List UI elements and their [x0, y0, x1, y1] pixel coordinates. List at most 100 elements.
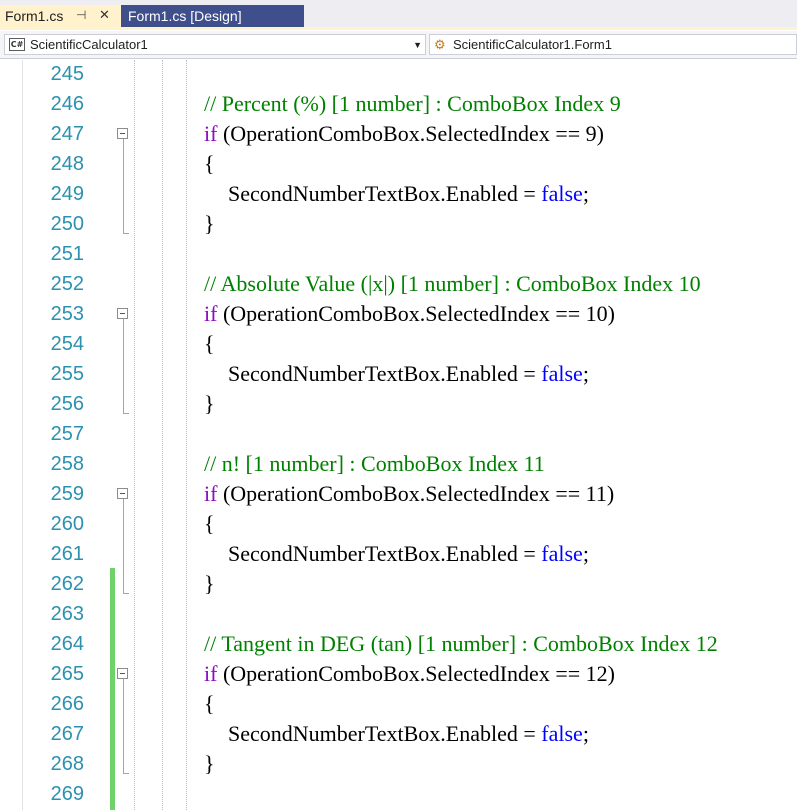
line-number: 263	[50, 603, 84, 625]
code-line[interactable]: 245	[0, 59, 797, 89]
code-text: SecondNumberTextBox.Enabled = false;	[228, 359, 589, 389]
comment-token: // Percent (%) [1 number] : ComboBox Ind…	[204, 91, 621, 116]
outline-line	[123, 139, 124, 233]
code-line[interactable]: 257	[0, 419, 797, 449]
code-token: SecondNumberTextBox.Enabled =	[228, 181, 542, 206]
code-token: (OperationComboBox.SelectedIndex == 10)	[217, 301, 615, 326]
code-token: {	[204, 511, 215, 536]
code-line[interactable]: 262}	[0, 569, 797, 599]
line-number: 254	[50, 333, 84, 355]
code-token: SecondNumberTextBox.Enabled =	[228, 361, 542, 386]
line-number: 258	[50, 453, 84, 475]
keyword-token: if	[204, 121, 218, 146]
code-text: if (OperationComboBox.SelectedIndex == 1…	[204, 299, 615, 329]
line-number: 246	[50, 93, 84, 115]
code-line[interactable]: 251	[0, 239, 797, 269]
code-line[interactable]: 246 // Percent (%) [1 number] : ComboBox …	[0, 89, 797, 119]
code-text: if (OperationComboBox.SelectedIndex == 1…	[204, 479, 614, 509]
tab-form1-cs[interactable]: Form1.cs ⊣ ✕	[0, 5, 121, 27]
code-text: SecondNumberTextBox.Enabled = false;	[228, 719, 589, 749]
code-token: SecondNumberTextBox.Enabled =	[228, 541, 542, 566]
code-text: if (OperationComboBox.SelectedIndex == 9…	[204, 119, 604, 149]
collapse-icon[interactable]	[117, 308, 128, 319]
line-number: 249	[50, 183, 84, 205]
code-line[interactable]: 247 if (OperationComboBox.SelectedIndex =…	[0, 119, 797, 149]
code-line[interactable]: 259 if (OperationComboBox.SelectedIndex =…	[0, 479, 797, 509]
project-dropdown-label: ScientificCalculator1	[30, 37, 148, 52]
tab-form1-design[interactable]: Form1.cs [Design]	[121, 5, 304, 27]
keyword-token: false	[541, 181, 583, 206]
line-number: 253	[50, 303, 84, 325]
line-number: 267	[50, 723, 84, 745]
code-text: {	[204, 689, 215, 719]
outline-end	[123, 413, 129, 414]
line-number: 256	[50, 393, 84, 415]
tab-label: Form1.cs	[5, 8, 64, 24]
outline-end	[123, 233, 129, 234]
code-line[interactable]: 248 {	[0, 149, 797, 179]
code-token: {	[204, 151, 215, 176]
code-token: }	[204, 391, 215, 416]
outline-line	[123, 499, 124, 593]
code-token: ;	[582, 361, 589, 386]
code-line[interactable]: 267 SecondNumberTextBox.Enabled = false;	[0, 719, 797, 749]
code-line[interactable]: 256}	[0, 389, 797, 419]
code-token: (OperationComboBox.SelectedIndex == 9)	[217, 121, 604, 146]
tab-label: Form1.cs [Design]	[128, 8, 242, 24]
comment-token: // Absolute Value (|x|) [1 number] : Com…	[204, 271, 701, 296]
type-dropdown-label: ScientificCalculator1.Form1	[453, 37, 612, 52]
navigation-bar: C# ScientificCalculator1 ▼ ⚙ ScientificC…	[0, 31, 797, 59]
outline-end	[123, 593, 129, 594]
keyword-token: false	[541, 721, 583, 746]
code-line[interactable]: 269	[0, 779, 797, 809]
type-dropdown[interactable]: ⚙ ScientificCalculator1.Form1	[429, 34, 797, 55]
code-token: }	[204, 211, 215, 236]
code-token: ;	[582, 541, 589, 566]
line-number: 252	[50, 273, 84, 295]
code-text: }	[204, 209, 215, 239]
chevron-down-icon[interactable]: ▼	[413, 40, 422, 50]
code-line[interactable]: 261 SecondNumberTextBox.Enabled = false;	[0, 539, 797, 569]
code-text: {	[204, 509, 215, 539]
code-line[interactable]: 250}	[0, 209, 797, 239]
code-token: {	[204, 691, 215, 716]
code-line[interactable]: 252 // Absolute Value (|x|) [1 number] : …	[0, 269, 797, 299]
collapse-icon[interactable]	[117, 668, 128, 679]
code-line[interactable]: 253 if (OperationComboBox.SelectedIndex =…	[0, 299, 797, 329]
code-text: SecondNumberTextBox.Enabled = false;	[228, 179, 589, 209]
code-line[interactable]: 258 // n! [1 number] : ComboBox Index 11	[0, 449, 797, 479]
code-text: // Absolute Value (|x|) [1 number] : Com…	[204, 269, 701, 299]
code-line[interactable]: 265 if (OperationComboBox.SelectedIndex =…	[0, 659, 797, 689]
outline-end	[123, 773, 129, 774]
code-line[interactable]: 266 {	[0, 689, 797, 719]
code-token: (OperationComboBox.SelectedIndex == 12)	[217, 661, 615, 686]
code-line[interactable]: 264 // Tangent in DEG (tan) [1 number] : …	[0, 629, 797, 659]
outline-line	[123, 319, 124, 413]
line-number: 257	[50, 423, 84, 445]
code-editor[interactable]: 245 246 // Percent (%) [1 number] : ComboB…	[0, 60, 797, 810]
close-icon[interactable]: ✕	[99, 7, 110, 23]
code-line[interactable]: 254 {	[0, 329, 797, 359]
keyword-token: if	[204, 301, 218, 326]
keyword-token: false	[541, 361, 583, 386]
code-line[interactable]: 263	[0, 599, 797, 629]
code-text: // Percent (%) [1 number] : ComboBox Ind…	[204, 89, 621, 119]
project-dropdown[interactable]: C# ScientificCalculator1 ▼	[4, 34, 426, 55]
code-line[interactable]: 260 {	[0, 509, 797, 539]
line-number: 251	[50, 243, 84, 265]
collapse-icon[interactable]	[117, 488, 128, 499]
code-text: // Tangent in DEG (tan) [1 number] : Com…	[204, 629, 718, 659]
line-number: 245	[50, 63, 84, 85]
line-number: 265	[50, 663, 84, 685]
code-line[interactable]: 249 SecondNumberTextBox.Enabled = false;	[0, 179, 797, 209]
code-line[interactable]: 255 SecondNumberTextBox.Enabled = false;	[0, 359, 797, 389]
csharp-project-icon: C#	[9, 38, 25, 51]
code-text: }	[204, 749, 215, 779]
code-line[interactable]: 268}	[0, 749, 797, 779]
pin-icon[interactable]: ⊣	[76, 8, 86, 22]
line-number: 248	[50, 153, 84, 175]
collapse-icon[interactable]	[117, 128, 128, 139]
document-tab-strip: Form1.cs ⊣ ✕ Form1.cs [Design]	[0, 0, 797, 30]
keyword-token: if	[204, 661, 218, 686]
code-token: ;	[582, 181, 589, 206]
